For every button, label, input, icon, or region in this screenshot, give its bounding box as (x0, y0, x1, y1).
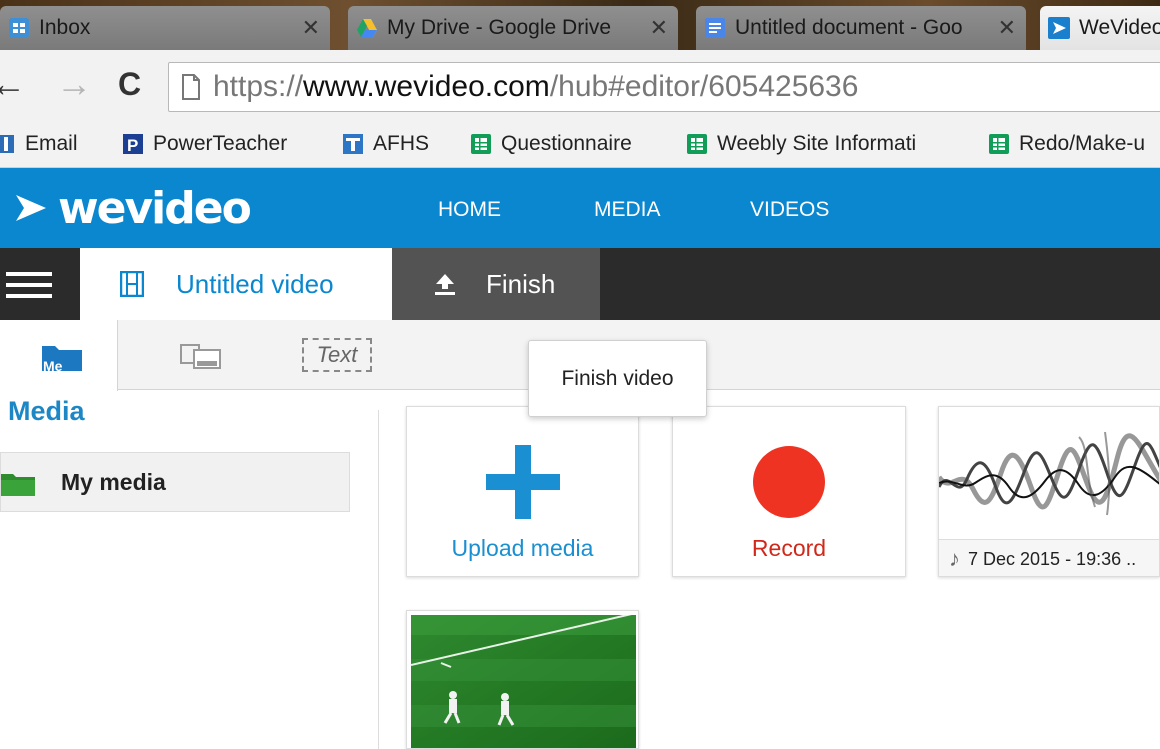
text-tool-icon[interactable]: Text (302, 338, 372, 372)
bookmarks-bar: Email P PowerTeacher AFHS Questionnaire … (0, 120, 1160, 168)
tab-title: WeVideo (1079, 16, 1160, 39)
bookmark-label: AFHS (373, 132, 430, 155)
hamburger-menu-icon[interactable] (6, 272, 52, 298)
tab-title: Untitled document - Goo (735, 16, 963, 39)
close-tab-icon[interactable]: ✕ (302, 15, 320, 41)
sidebar-item-label: My media (61, 468, 166, 495)
record-card[interactable]: Record (672, 406, 906, 577)
app-header: wevideo HOME MEDIA VIDEOS (0, 168, 1160, 248)
bookmark-weebly[interactable]: Weebly Site Informati (686, 130, 916, 158)
audio-waveform-thumbnail (939, 407, 1159, 539)
audio-media-item[interactable]: ♪ 7 Dec 2015 - 19:36 .. (938, 406, 1160, 577)
bookmark-label: PowerTeacher (153, 132, 288, 155)
sidebar-item-my-media[interactable]: My media (0, 452, 350, 512)
bookmark-powerteacher[interactable]: P PowerTeacher (122, 130, 287, 158)
media-tab-label: Me (43, 358, 63, 374)
sheets-icon (687, 134, 707, 154)
page-icon (182, 74, 200, 100)
url-path: /hub#editor/605425636 (549, 70, 859, 103)
record-label: Record (751, 535, 827, 561)
tab-media[interactable]: Me (0, 320, 118, 391)
close-tab-icon[interactable]: ✕ (998, 15, 1016, 41)
folder-icon (1, 474, 35, 496)
bookmark-label: Email (25, 132, 78, 155)
browser-tab-google-docs[interactable]: Untitled document - Goo ✕ (696, 6, 1026, 50)
sheets-icon (471, 134, 491, 154)
bookmark-afhs[interactable]: AFHS (342, 130, 429, 158)
browser-tab-google-drive[interactable]: My Drive - Google Drive ✕ (348, 6, 678, 50)
bookmark-label: Questionnaire (501, 132, 632, 155)
browser-toolbar: ← → C https://www.wevideo.com/hub#editor… (0, 50, 1160, 120)
logo-text: wevideo (58, 182, 252, 234)
browser-tab-inbox[interactable]: Inbox ✕ (0, 6, 330, 50)
nav-media[interactable]: MEDIA (594, 198, 661, 222)
forward-arrow-icon[interactable]: → (56, 62, 92, 106)
wevideo-logo-icon (16, 195, 46, 221)
video-title: Untitled video (176, 268, 334, 299)
upload-arrow-icon (435, 274, 455, 295)
nav-videos[interactable]: VIDEOS (750, 198, 829, 222)
soccer-clip-thumbnail (411, 615, 636, 748)
audio-item-label: 7 Dec 2015 - 19:36 .. (968, 548, 1137, 569)
tab-title: My Drive - Google Drive (387, 16, 612, 39)
audio-item-caption: ♪ 7 Dec 2015 - 19:36 .. (939, 539, 1159, 576)
afhs-icon (343, 134, 363, 154)
google-drive-icon (357, 19, 377, 37)
browser-tab-strip: Inbox ✕ My Drive - Google Drive ✕ Untitl… (0, 0, 1160, 50)
record-icon (753, 446, 825, 518)
back-arrow-icon[interactable]: ← (0, 62, 26, 106)
reload-icon[interactable]: C (118, 62, 141, 106)
media-section-title: Media (8, 396, 85, 426)
text-tool-label: Text (316, 342, 358, 367)
film-icon (120, 271, 144, 297)
upload-media-label: Upload media (451, 535, 594, 561)
bookmark-redo[interactable]: Redo/Make-u (988, 130, 1145, 158)
bookmark-label: Redo/Make-u (1019, 132, 1146, 155)
bookmark-email[interactable]: Email (0, 130, 78, 158)
editor-bar: Untitled video Finish (0, 248, 1160, 320)
nav-home[interactable]: HOME (438, 198, 501, 222)
address-bar[interactable]: https://www.wevideo.com/hub#editor/60542… (168, 62, 1160, 112)
bookmark-questionnaire[interactable]: Questionnaire (470, 130, 632, 158)
transitions-icon[interactable] (180, 342, 222, 370)
bookmark-label: Weebly Site Informati (717, 132, 917, 155)
url-scheme: https:// (213, 70, 304, 103)
browser-tab-wevideo[interactable]: WeVideo (1040, 6, 1160, 50)
sheets-inbox-icon (9, 18, 29, 38)
finish-button[interactable]: Finish (392, 248, 600, 320)
google-docs-icon (705, 18, 725, 38)
tooltip-text: Finish video (561, 366, 674, 390)
video-title-tab[interactable]: Untitled video (80, 248, 392, 320)
svg-text:P: P (127, 136, 138, 155)
wevideo-logo[interactable]: wevideo (14, 178, 252, 238)
finish-label: Finish (486, 268, 556, 299)
email-bookmark-icon (0, 135, 14, 153)
tab-title: Inbox (39, 16, 91, 39)
wevideo-icon (1048, 17, 1070, 39)
close-tab-icon[interactable]: ✕ (650, 15, 668, 41)
music-note-icon: ♪ (949, 546, 960, 571)
url-host: www.wevideo.com (303, 70, 550, 103)
powerteacher-icon: P (123, 134, 143, 155)
plus-icon (486, 445, 560, 519)
sheets-icon (989, 134, 1009, 154)
panel-divider (378, 410, 379, 749)
finish-video-tooltip: Finish video (528, 340, 707, 417)
video-media-item[interactable] (406, 610, 639, 749)
upload-media-card[interactable]: Upload media (406, 406, 639, 577)
